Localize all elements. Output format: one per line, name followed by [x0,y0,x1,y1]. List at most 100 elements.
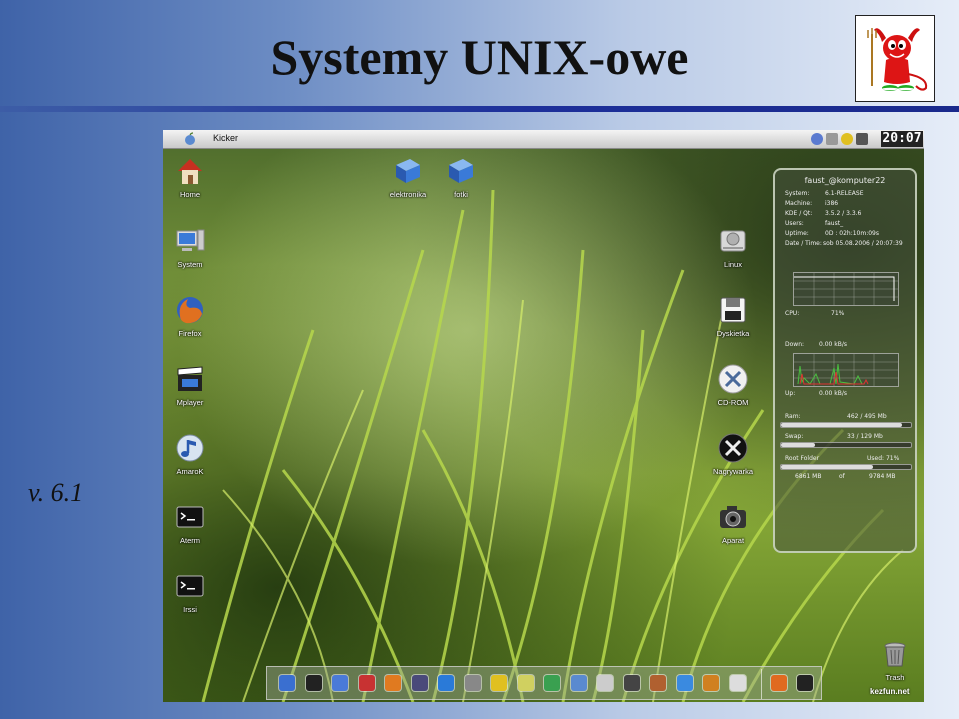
desktop-icon-label: Nagrywarka [712,467,753,476]
sysmon-header: faust_@komputer22 [804,176,886,185]
desktop-icon-label: CD-ROM [717,398,749,407]
weather-icon[interactable] [841,133,853,145]
photo-icon[interactable] [650,675,666,691]
windows-icon[interactable] [332,675,348,691]
skype-icon[interactable] [544,675,560,691]
sysmon-value: i386 [825,200,839,207]
apple-menu-icon[interactable] [183,132,197,146]
clock[interactable]: 20:07 [881,131,923,147]
swap-usage-bar [780,442,912,448]
desktop-icon-cd-rom[interactable]: CD-ROM [703,363,763,407]
sysmon-key: Machine: [785,200,813,207]
sysmon-key: Up: [785,390,796,397]
desktop-icon-elektronika[interactable]: elektronika [378,155,438,199]
sysmon-key: 6861 MB [795,473,822,480]
sysmon-key: System: [785,190,810,197]
application-dock [266,666,822,700]
desktop-icon-label: Dyskietka [716,329,750,338]
hard-drive-icon [720,230,746,252]
desktop-icon-trash[interactable]: Trash [865,638,924,682]
sysmon-value: 6.1-RELEASE [825,190,864,197]
sysmon-key: Swap: [785,433,804,440]
sysmon-value: 9784 MB [869,473,896,480]
firefox-icon[interactable] [771,675,787,691]
cd-icon [718,364,748,394]
tools-icon[interactable] [826,133,838,145]
sysmon-value: 0.00 kB/s [819,390,848,397]
sysmon-key: Uptime: [785,230,809,237]
download-icon[interactable] [438,675,454,691]
desktop-icon-amarok[interactable]: AmaroK [163,432,220,476]
sysmon-value: 0D : 02h:10m:09s [825,230,879,237]
sysmon-key: Date / Time: [785,240,822,247]
desktop-icon-label: System [177,260,203,269]
desktop-icon-firefox[interactable]: Firefox [163,294,220,338]
desktop-icon-irssi[interactable]: Irssi [163,570,220,614]
globe-icon[interactable] [570,675,587,691]
desktop-icon-fotki[interactable]: fotki [431,155,491,199]
burner-icon [718,433,748,463]
desktop-icon-label: elektronika [389,190,427,199]
sun-icon[interactable] [491,675,507,691]
desktop-icon-home[interactable]: Home [163,155,220,199]
dvd-icon[interactable] [597,675,613,691]
firefox-icon[interactable] [385,675,401,691]
browser-icon[interactable] [676,675,693,691]
home-icon [178,159,202,184]
music-icon[interactable] [856,133,868,145]
desktop-icon-label: AmaroK [176,467,204,476]
music-note-icon [176,434,204,462]
kicker-panel: Kicker 20:07 [163,130,924,149]
sysmon-key: Root Folder [785,455,820,462]
network-graph-lines [794,354,898,386]
desktop-icon-system[interactable]: System [163,225,220,269]
sysmon-key: Users: [785,220,804,227]
desktop-icon-aterm[interactable]: Aterm [163,501,220,545]
burner-icon[interactable] [703,675,719,691]
system-tray [811,131,868,147]
desktop-icon-aparat[interactable]: Aparat [703,501,763,545]
desktop-icon-nagrywarka[interactable]: Nagrywarka [703,432,763,476]
computer-icon [176,229,205,251]
desktop-icon-label: Irssi [183,605,197,614]
network-icon[interactable] [811,133,823,145]
title-divider [0,106,959,112]
desktop-icon-label: Aparat [721,536,745,545]
sysmon-value: 33 / 129 Mb [847,433,883,440]
sysmon-value: 462 / 495 Mb [847,413,887,420]
pdf-icon[interactable] [358,675,375,691]
floppy-icon [720,297,746,323]
desktop-icon-mplayer[interactable]: Mplayer [163,363,220,407]
sparkle-icon[interactable] [517,675,534,691]
dock-separator [761,669,762,699]
desktop-icon-label: Linux [724,260,742,269]
camera-icon[interactable] [623,675,640,691]
sysmon-value: sob 05.08.2006 / 20:07:39 [823,240,903,247]
settings-icon[interactable] [464,675,481,691]
terminal-icon [176,575,204,597]
desktop-icon-label: Firefox [178,329,202,338]
terminal-icon [176,506,204,528]
cpu-graph [793,272,899,306]
sysmon-key: Ram: [785,413,801,420]
film-icon[interactable] [279,675,295,691]
terminal-icon[interactable] [305,675,322,691]
desktop-icon-label: Aterm [179,536,200,545]
sysmon-key: CPU: [785,310,800,317]
kde-desktop-screenshot: Kicker 20:07 Home System Firefox Mplayer… [163,130,924,702]
system-monitor-widget: faust_@komputer22 System: 6.1-RELEASE Ma… [773,168,917,553]
desktop-icon-dyskietka[interactable]: Dyskietka [703,294,763,338]
desktop-icon-label: Trash [885,673,905,682]
root-usage-fill [781,465,874,469]
photo-viewer-icon[interactable] [729,675,746,691]
sysmon-value: of [839,473,845,480]
sysmon-value: 3.5.2 / 3.3.6 [825,210,862,217]
root-usage-bar [780,464,912,470]
terminal-icon[interactable] [797,675,813,691]
desktop-icon-label: fotki [454,190,468,199]
desktop-icon-linux[interactable]: Linux [703,225,763,269]
image-icon[interactable] [411,675,428,691]
book-icon [396,159,420,183]
slide-title: Systemy UNIX-owe [270,29,689,85]
kicker-label: Kicker [213,133,239,143]
